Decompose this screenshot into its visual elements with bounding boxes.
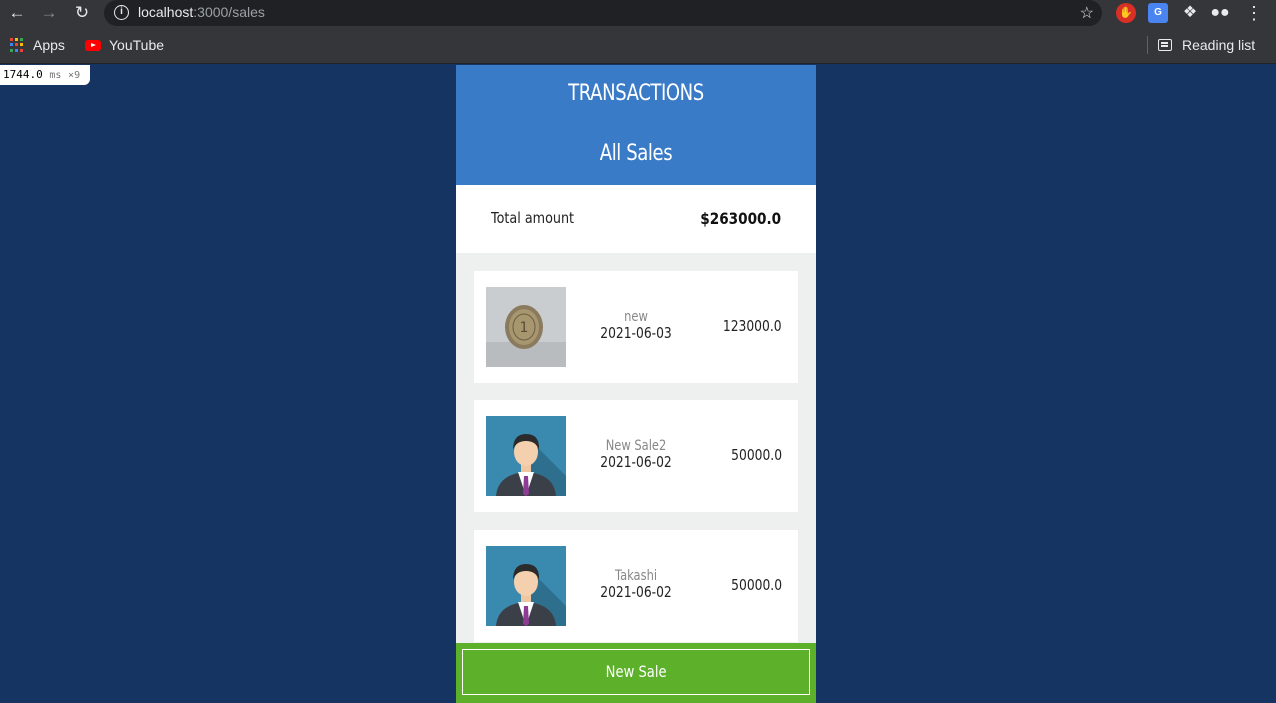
site-info-icon[interactable]: i <box>114 5 129 20</box>
transaction-name: new <box>624 309 648 325</box>
new-sale-bar: New Sale <box>456 643 816 703</box>
bookmarks-bar: Apps YouTube Reading list <box>0 26 1276 64</box>
browser-toolbar: ← → ↻ i localhost:3000/sales ☆ ✋ G ❖ ●● … <box>0 0 1276 26</box>
transaction-date: 2021-06-02 <box>600 583 672 601</box>
browser-menu-icon[interactable]: ⋮ <box>1244 3 1264 23</box>
bookmark-youtube[interactable]: YouTube <box>85 34 164 56</box>
divider <box>1147 36 1148 54</box>
youtube-icon <box>85 39 101 51</box>
businessman-avatar-icon <box>486 546 566 626</box>
sales-app: TRANSACTIONS All Sales Total amount $263… <box>456 65 816 703</box>
svg-text:1: 1 <box>520 320 529 336</box>
bookmark-label: Apps <box>33 37 65 53</box>
transaction-date: 2021-06-02 <box>600 453 672 471</box>
address-bar[interactable]: i localhost:3000/sales ☆ <box>104 0 1102 26</box>
businessman-avatar-icon <box>486 416 566 496</box>
forward-arrow-icon[interactable]: → <box>39 3 59 23</box>
extensions-puzzle-icon[interactable]: ❖ <box>1180 3 1200 23</box>
reading-list-icon <box>1158 39 1172 51</box>
back-arrow-icon[interactable]: ← <box>7 3 27 23</box>
reading-list-label: Reading list <box>1182 37 1256 53</box>
url-text[interactable]: localhost:3000/sales <box>138 4 265 20</box>
transaction-amount: 50000.0 <box>731 576 782 594</box>
transaction-card[interactable]: Takashi 2021-06-02 50000.0 <box>474 530 798 642</box>
transaction-name: New Sale2 <box>605 438 667 454</box>
transaction-card[interactable]: 1 new 2021-06-03 123000.0 <box>474 271 798 383</box>
performance-overlay: 1744.0 ms ×9 <box>0 65 90 85</box>
translate-extension-icon[interactable]: G <box>1148 3 1168 23</box>
transaction-info: Takashi 2021-06-02 <box>595 568 677 601</box>
bookmark-apps[interactable]: Apps <box>10 34 65 56</box>
page-title: TRANSACTIONS <box>568 81 704 106</box>
transaction-info: new 2021-06-03 <box>595 309 677 342</box>
transaction-amount: 123000.0 <box>723 317 782 335</box>
transaction-date: 2021-06-03 <box>600 324 672 342</box>
transaction-amount: 50000.0 <box>731 446 782 464</box>
total-amount-bar: Total amount $263000.0 <box>456 185 816 253</box>
total-amount-value: $263000.0 <box>700 209 781 228</box>
new-sale-button[interactable]: New Sale <box>462 649 810 695</box>
transaction-info: New Sale2 2021-06-02 <box>595 438 677 471</box>
total-amount-label: Total amount <box>491 209 575 227</box>
reload-icon[interactable]: ↻ <box>72 3 92 23</box>
apps-grid-icon <box>10 38 24 52</box>
app-header: TRANSACTIONS All Sales <box>456 65 816 185</box>
page-subtitle: All Sales <box>599 141 673 166</box>
bookmark-label: YouTube <box>109 37 165 53</box>
profile-icon[interactable]: ●● <box>1210 3 1230 23</box>
transaction-name: Takashi <box>614 568 658 584</box>
adblock-extension-icon[interactable]: ✋ <box>1116 3 1136 23</box>
reading-list-button[interactable]: Reading list <box>1158 34 1255 56</box>
coin-image: 1 <box>486 287 566 367</box>
transaction-card[interactable]: New Sale2 2021-06-02 50000.0 <box>474 400 798 512</box>
bookmark-star-icon[interactable]: ☆ <box>1080 3 1094 23</box>
